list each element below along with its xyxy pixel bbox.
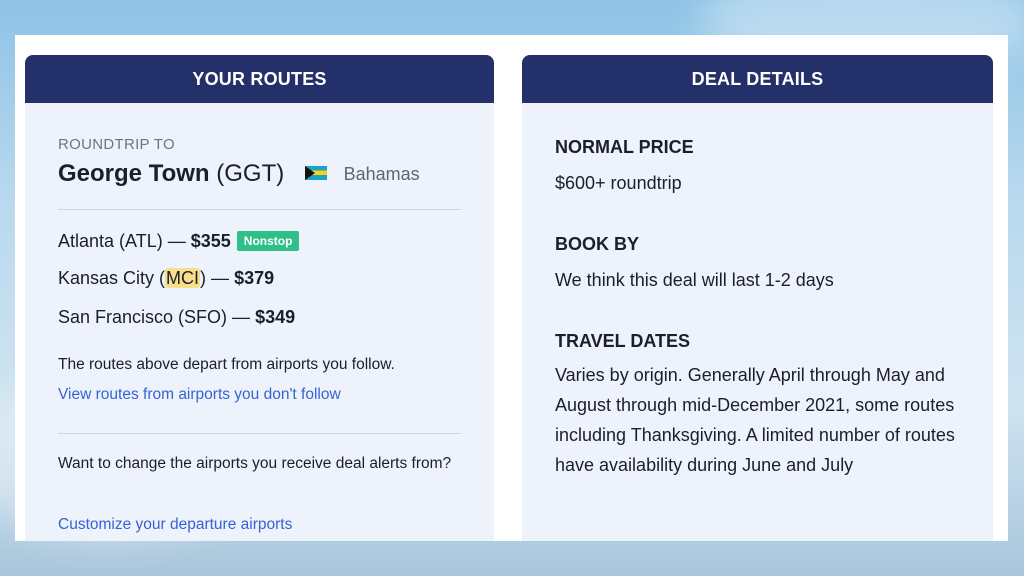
deal-details-header: DEAL DETAILS [522, 55, 993, 103]
route-origin: Kansas City ( [58, 268, 166, 288]
route-kansas-city: Kansas City (MCI) — $379 [58, 268, 274, 289]
divider [58, 433, 461, 434]
travel-dates-label: TRAVEL DATES [555, 331, 691, 351]
destination-city: George Town [58, 160, 210, 187]
roundtrip-label: ROUNDTRIP TO [58, 136, 175, 153]
bahamas-flag-icon [304, 165, 327, 180]
destination-country: Bahamas [343, 164, 420, 185]
route-dash: — [206, 268, 235, 288]
travel-dates-value: Varies by origin. Generally April throug… [555, 365, 955, 475]
normal-price-label: NORMAL PRICE [555, 137, 694, 157]
route-origin: San Francisco (SFO) [58, 307, 228, 327]
change-airports-note: Want to change the airports you receive … [58, 455, 452, 472]
your-routes-panel: YOUR ROUTES ROUNDTRIP TO George Town (GG… [25, 55, 494, 541]
deal-card: YOUR ROUTES ROUNDTRIP TO George Town (GG… [15, 35, 1008, 541]
book-by-value: We think this deal will last 1-2 days [555, 270, 834, 290]
route-dash: — [162, 231, 191, 251]
your-routes-header: YOUR ROUTES [25, 55, 494, 103]
route-san-francisco: San Francisco (SFO) — $349 [58, 307, 295, 328]
nonstop-badge: Nonstop [236, 231, 300, 251]
route-dash: — [227, 307, 256, 327]
highlighted-airport-code: MCI [165, 268, 201, 288]
customize-airports-link[interactable]: Customize your departure airports [58, 516, 292, 534]
route-atlanta: Atlanta (ATL) — $355 Nonstop [58, 231, 300, 252]
book-by-label: BOOK BY [555, 234, 640, 254]
route-price: $349 [255, 307, 296, 327]
route-origin: Atlanta (ATL) [58, 231, 163, 251]
route-price: $355 [190, 231, 231, 251]
follow-note: The routes above depart from airports yo… [58, 356, 395, 373]
view-unfollowed-routes-link[interactable]: View routes from airports you don't foll… [58, 386, 341, 404]
destination: George Town (GGT) Bahamas [58, 160, 420, 188]
route-price: $379 [234, 268, 275, 288]
destination-code: (GGT) [216, 160, 285, 187]
divider [58, 209, 461, 210]
deal-details-panel: DEAL DETAILS NORMAL PRICE $600+ roundtri… [522, 55, 993, 541]
normal-price-value: $600+ roundtrip [555, 173, 682, 193]
